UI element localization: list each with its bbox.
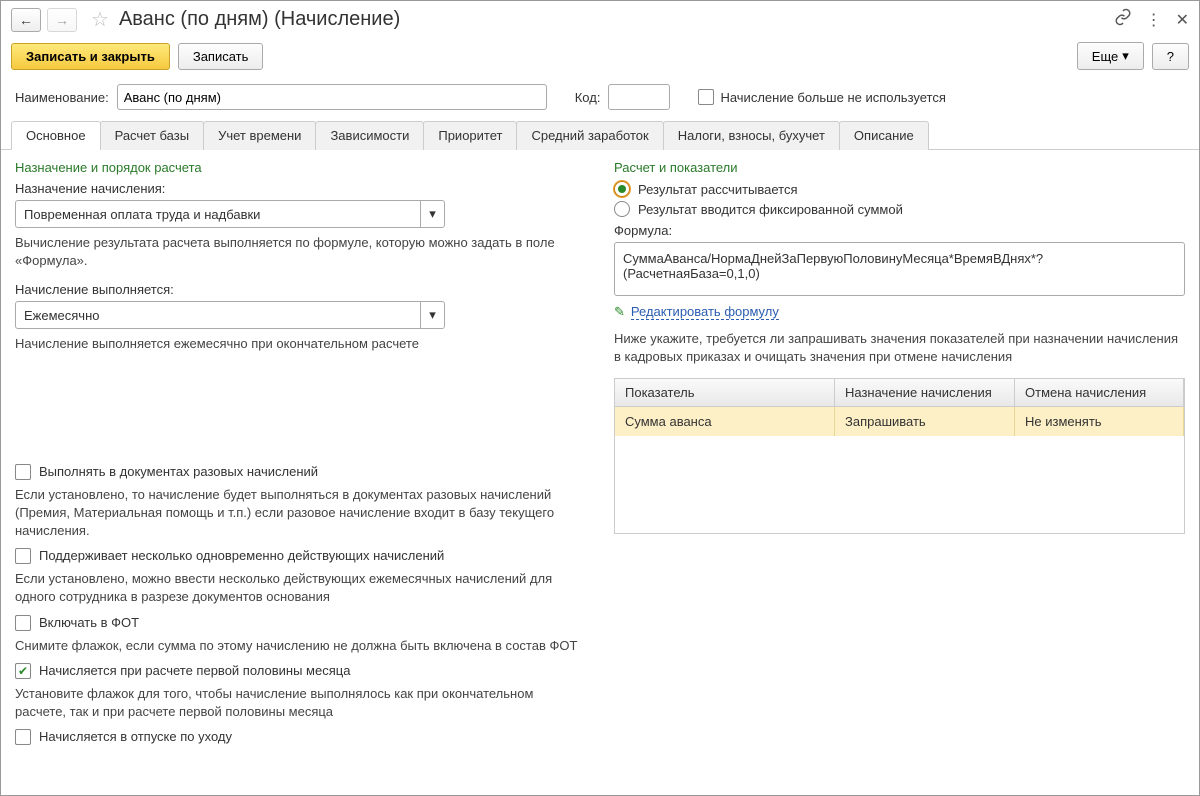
more-button[interactable]: Еще ▾ — [1077, 42, 1144, 70]
tab-desc[interactable]: Описание — [839, 121, 929, 150]
tab-bar: Основное Расчет базы Учет времени Зависи… — [1, 120, 1199, 150]
exec-select[interactable]: Ежемесячно ▾ — [15, 301, 445, 329]
assign-label: Назначение начисления: — [15, 181, 586, 196]
firsthalf-checkbox[interactable]: ✔ — [15, 663, 31, 679]
formula-label: Формула: — [614, 223, 1185, 238]
tab-deps[interactable]: Зависимости — [315, 121, 424, 150]
star-icon[interactable]: ☆ — [91, 7, 109, 32]
radio-fixed[interactable] — [614, 201, 630, 217]
left-section-title: Назначение и порядок расчета — [15, 160, 586, 175]
tab-priority[interactable]: Приоритет — [423, 121, 517, 150]
forward-button[interactable]: → — [47, 8, 77, 32]
chevron-down-icon: ▾ — [1122, 48, 1129, 64]
code-input[interactable] — [608, 84, 670, 110]
multi-checkbox[interactable] — [15, 548, 31, 564]
pencil-icon: ✎ — [614, 304, 625, 320]
window-title: Аванс (по дням) (Начисление) — [119, 8, 1108, 31]
indicators-grid: Показатель Назначение начисления Отмена … — [614, 378, 1185, 534]
save-button[interactable]: Записать — [178, 43, 264, 70]
link-icon[interactable] — [1114, 8, 1132, 31]
assign-hint: Вычисление результата расчета выполняетс… — [15, 234, 586, 270]
leave-checkbox[interactable] — [15, 729, 31, 745]
kebab-menu-icon[interactable]: ⋮ — [1146, 10, 1162, 30]
grid-header[interactable]: Отмена начисления — [1015, 379, 1184, 406]
once-checkbox[interactable] — [15, 464, 31, 480]
tab-time[interactable]: Учет времени — [203, 121, 316, 150]
not-used-checkbox[interactable]: Начисление больше не используется — [698, 89, 945, 105]
back-button[interactable]: ← — [11, 8, 41, 32]
exec-label: Начисление выполняется: — [15, 282, 586, 297]
tab-avg[interactable]: Средний заработок — [516, 121, 663, 150]
save-close-button[interactable]: Записать и закрыть — [11, 43, 170, 70]
close-icon[interactable]: ✕ — [1176, 10, 1189, 30]
tab-main[interactable]: Основное — [11, 121, 101, 150]
table-row[interactable]: Сумма аванса Запрашивать Не изменять — [615, 407, 1184, 436]
name-input[interactable] — [117, 84, 547, 110]
assign-select[interactable]: Повременная оплата труда и надбавки ▾ — [15, 200, 445, 228]
grid-header[interactable]: Назначение начисления — [835, 379, 1015, 406]
radio-calc[interactable] — [614, 181, 630, 197]
grid-hint: Ниже укажите, требуется ли запрашивать з… — [614, 330, 1185, 366]
help-button[interactable]: ? — [1152, 43, 1189, 70]
chevron-down-icon[interactable]: ▾ — [420, 302, 444, 328]
name-label: Наименование: — [15, 90, 109, 105]
fot-checkbox[interactable] — [15, 615, 31, 631]
edit-formula-link[interactable]: Редактировать формулу — [631, 304, 779, 320]
code-label: Код: — [575, 90, 601, 105]
tab-tax[interactable]: Налоги, взносы, бухучет — [663, 121, 840, 150]
formula-box[interactable]: СуммаАванса/НормаДнейЗаПервуюПоловинуМес… — [614, 242, 1185, 296]
chevron-down-icon[interactable]: ▾ — [420, 201, 444, 227]
right-section-title: Расчет и показатели — [614, 160, 1185, 175]
tab-base[interactable]: Расчет базы — [100, 121, 205, 150]
exec-hint: Начисление выполняется ежемесячно при ок… — [15, 335, 586, 353]
grid-header[interactable]: Показатель — [615, 379, 835, 406]
